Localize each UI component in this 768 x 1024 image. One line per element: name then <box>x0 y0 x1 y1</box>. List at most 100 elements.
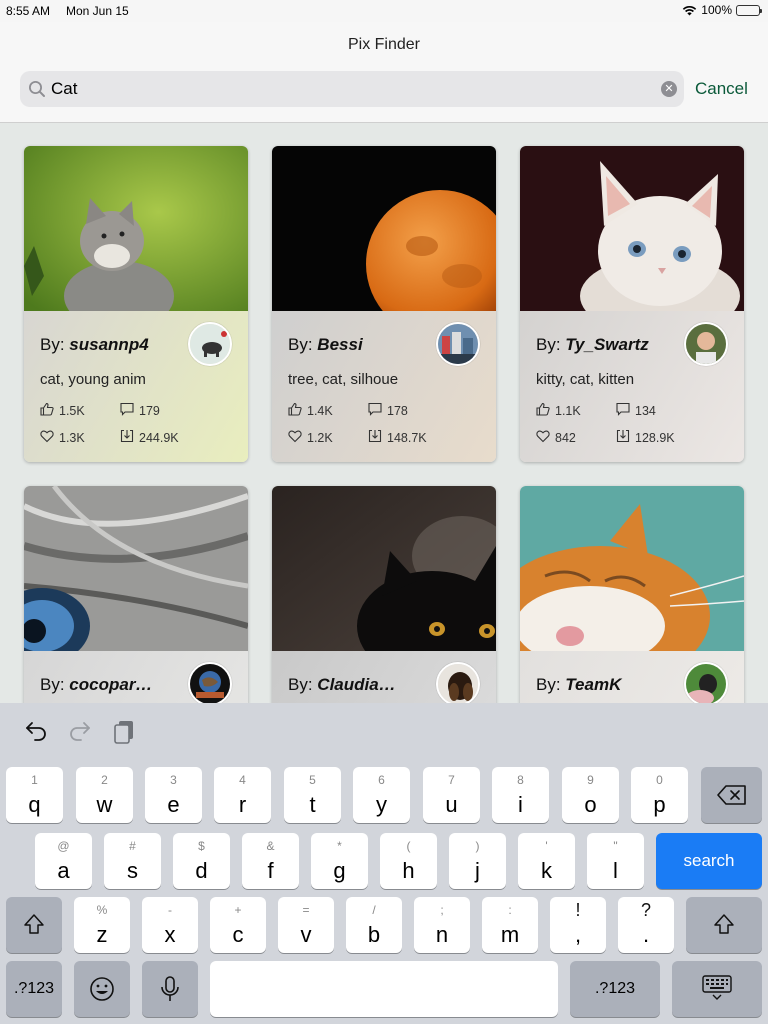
key-q[interactable]: 1q <box>6 767 63 823</box>
key-y[interactable]: 6y <box>353 767 410 823</box>
key-hint: 2 <box>101 773 108 787</box>
cancel-button[interactable]: Cancel <box>695 79 748 99</box>
card-info: By: Claudia… <box>272 651 496 703</box>
favorites-stat: 1.2K <box>288 429 368 446</box>
key-t[interactable]: 5t <box>284 767 341 823</box>
status-time: 8:55 AM <box>6 4 51 18</box>
key-hint: ' <box>545 839 548 853</box>
numbers-key-right[interactable]: .?123 <box>570 961 660 1017</box>
photo-thumbnail[interactable] <box>520 486 744 651</box>
numbers-key-left[interactable]: .?123 <box>6 961 62 1017</box>
heart-icon <box>288 429 302 446</box>
redo-icon[interactable] <box>68 719 92 746</box>
key-d[interactable]: $ d <box>173 833 230 889</box>
key-x[interactable]: -x <box>142 897 198 953</box>
numbers-key-label: .?123 <box>13 980 55 997</box>
key-f[interactable]: & f <box>242 833 299 889</box>
key-label: e <box>167 792 180 817</box>
likes-count: 1.1K <box>555 403 581 418</box>
shift-key-left[interactable] <box>6 897 62 953</box>
undo-icon[interactable] <box>24 719 48 746</box>
key-hint: = <box>302 903 310 917</box>
key-i[interactable]: 8i <box>492 767 549 823</box>
photo-thumbnail[interactable] <box>24 486 248 651</box>
search-input[interactable] <box>51 71 651 107</box>
dictation-key[interactable] <box>142 961 198 1017</box>
key-l[interactable]: " l <box>587 833 644 889</box>
key-h[interactable]: (h <box>380 833 437 889</box>
photo-thumbnail[interactable] <box>272 486 496 651</box>
key-o[interactable]: 9o <box>562 767 619 823</box>
search-bar[interactable]: ✕ <box>20 71 684 107</box>
key-hint: ) <box>475 839 480 853</box>
key-label: z <box>96 922 108 947</box>
key-u[interactable]: 7u <box>423 767 480 823</box>
key-c[interactable]: + c <box>210 897 266 953</box>
author-prefix: By: <box>536 675 566 694</box>
key-hint: 5 <box>309 773 316 787</box>
key-hint: ? <box>640 900 651 920</box>
likes-count: 1.4K <box>307 403 333 418</box>
hide-keyboard-key[interactable] <box>672 961 762 1017</box>
photo-thumbnail[interactable] <box>24 146 248 311</box>
key-s[interactable]: # s <box>104 833 161 889</box>
key-r[interactable]: 4r <box>214 767 271 823</box>
key-label: u <box>445 792 458 817</box>
key-a[interactable]: @ a <box>35 833 92 889</box>
photo-tags: tree, cat, silhoue <box>288 371 399 388</box>
downloads-count: 128.9K <box>635 430 675 445</box>
keyboard: 1q 2w 3e 4r 5t 6y 7u 8i 9o 0p @ a # s $ d &… <box>0 703 768 1024</box>
key-g[interactable]: * g <box>311 833 368 889</box>
avatar[interactable] <box>188 662 232 703</box>
key-label: t <box>309 792 316 817</box>
key-label: a <box>57 858 70 883</box>
search-key[interactable]: search <box>656 833 762 889</box>
photo-tags: cat, young anim <box>40 371 146 388</box>
key-v[interactable]: = v <box>278 897 334 953</box>
download-icon <box>120 429 134 446</box>
key-hint: 3 <box>170 773 177 787</box>
key-e[interactable]: 3e <box>145 767 202 823</box>
author-prefix: By: <box>288 335 318 354</box>
key-j[interactable]: ) j <box>449 833 506 889</box>
shift-key-right[interactable] <box>686 897 762 953</box>
avatar[interactable] <box>684 662 728 703</box>
key-comma[interactable]: !, <box>550 897 606 953</box>
key-period[interactable]: ?. <box>618 897 674 953</box>
key-k[interactable]: ' k <box>518 833 575 889</box>
key-n[interactable]: ; n <box>414 897 470 953</box>
key-label: i <box>518 792 523 817</box>
photo-thumbnail[interactable] <box>520 146 744 311</box>
author-prefix: By: <box>536 335 566 354</box>
photo-card[interactable]: By: Claudia… <box>272 486 496 703</box>
stats-row: 1.4K 178 <box>288 402 448 419</box>
avatar[interactable] <box>684 322 728 366</box>
key-label: w <box>96 792 113 817</box>
key-label: p <box>653 792 666 817</box>
photo-card[interactable]: By: susannp4 cat, young anim 1.5K 179 1.… <box>24 146 248 462</box>
paste-icon[interactable] <box>112 719 136 750</box>
photo-card[interactable]: By: cocopar… <box>24 486 248 703</box>
photo-card[interactable]: By: Bessi tree, cat, silhoue 1.4K 178 1.… <box>272 146 496 462</box>
emoji-key[interactable] <box>74 961 130 1017</box>
clear-text-button[interactable]: ✕ <box>661 81 677 97</box>
author-line: By: Ty_Swartz <box>536 335 676 355</box>
key-p[interactable]: 0p <box>631 767 688 823</box>
key-label: l <box>613 858 618 883</box>
key-w[interactable]: 2w <box>76 767 133 823</box>
photo-card[interactable]: By: Ty_Swartz kitty, cat, kitten 1.1K 13… <box>520 146 744 462</box>
space-bar[interactable] <box>210 961 558 1017</box>
key-b[interactable]: / b <box>346 897 402 953</box>
avatar[interactable] <box>188 322 232 366</box>
thumbs-up-icon <box>40 402 54 419</box>
photo-card[interactable]: By: TeamK <box>520 486 744 703</box>
key-z[interactable]: % z <box>74 897 130 953</box>
results-grid[interactable]: By: susannp4 cat, young anim 1.5K 179 1.… <box>0 123 768 703</box>
backspace-key[interactable] <box>701 767 762 823</box>
comments-stat: 178 <box>368 402 448 419</box>
photo-thumbnail[interactable] <box>272 146 496 311</box>
heart-icon <box>536 429 550 446</box>
avatar[interactable] <box>436 662 480 703</box>
key-m[interactable]: :m <box>482 897 538 953</box>
avatar[interactable] <box>436 322 480 366</box>
